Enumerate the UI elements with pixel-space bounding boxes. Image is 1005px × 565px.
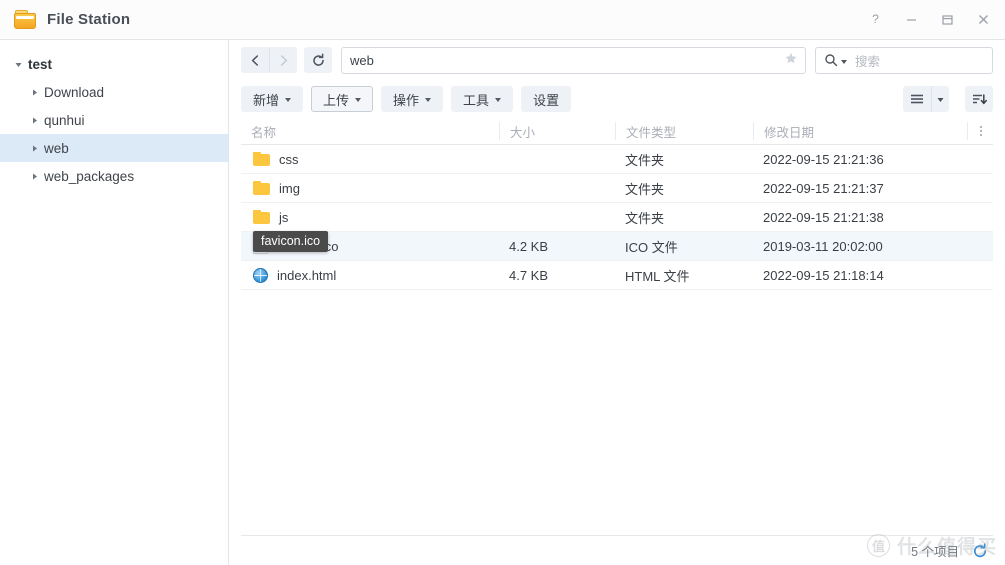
column-header-size[interactable]: 大小 [499, 122, 615, 140]
folder-tree-sidebar[interactable]: test Download qunhui web web_packages [0, 40, 229, 565]
search-placeholder: 搜索 [855, 54, 881, 69]
item-count: 5 个项目 [911, 545, 959, 559]
sidebar-item-label: qunhui [44, 112, 85, 128]
sort-descending-icon[interactable] [965, 86, 993, 112]
file-name: js [279, 209, 289, 225]
html-file-icon [253, 267, 268, 283]
table-row[interactable]: css 文件夹 2022-09-15 21:21:36 [241, 145, 993, 174]
file-name: css [279, 151, 299, 167]
sidebar-item-label: web [44, 140, 69, 156]
svg-text:?: ? [872, 13, 879, 26]
sidebar-item-qunhui[interactable]: qunhui [0, 106, 228, 134]
reload-button[interactable] [304, 47, 332, 73]
file-rows: css 文件夹 2022-09-15 21:21:36 img 文件夹 2022… [241, 145, 993, 535]
view-mode-group[interactable] [903, 86, 949, 112]
tools-button[interactable]: 工具 [451, 86, 514, 112]
view-mode-dropdown[interactable] [931, 86, 949, 112]
close-button[interactable] [965, 3, 1001, 37]
action-button[interactable]: 操作 [381, 86, 444, 112]
folder-icon [253, 210, 270, 224]
star-icon[interactable] [784, 52, 798, 69]
minimize-button[interactable] [893, 3, 929, 37]
sidebar-item-download[interactable]: Download [0, 78, 228, 106]
folder-icon [253, 152, 270, 166]
tools-button-label: 工具 [463, 92, 490, 108]
forward-button[interactable] [269, 47, 297, 73]
file-type: ICO 文件 [625, 239, 678, 255]
chevron-down-icon [355, 98, 362, 102]
create-button-label: 新增 [253, 92, 280, 108]
help-button[interactable]: ? [857, 3, 893, 37]
column-header-date[interactable]: 修改日期 [753, 122, 967, 140]
chevron-right-icon[interactable] [30, 144, 44, 153]
folder-icon [14, 10, 36, 29]
sidebar-item-label: Download [44, 84, 105, 100]
search-input[interactable]: 搜索 [815, 46, 993, 74]
column-headers: 名称 大小 文件类型 修改日期 [241, 118, 993, 145]
file-date: 2019-03-11 20:02:00 [763, 238, 883, 254]
table-row[interactable]: favicon.ico 4.2 KB ICO 文件 2019-03-11 20:… [241, 232, 993, 261]
file-date: 2022-09-15 21:18:14 [763, 267, 884, 283]
settings-button[interactable]: 设置 [521, 86, 572, 112]
column-header-name[interactable]: 名称 [241, 122, 499, 140]
path-value: web [350, 52, 374, 68]
window-body: test Download qunhui web web_packages we… [0, 40, 1005, 565]
file-date: 2022-09-15 21:21:37 [763, 180, 884, 196]
chevron-down-icon [495, 98, 502, 102]
chevron-down-icon [285, 98, 292, 102]
chevron-down-icon[interactable] [14, 60, 28, 69]
file-type: HTML 文件 [625, 268, 690, 284]
file-size: 4.7 KB [509, 267, 549, 283]
create-button[interactable]: 新增 [241, 86, 304, 112]
app-title: File Station [47, 11, 131, 28]
file-station-window: File Station ? test Download qunhui web … [0, 0, 1005, 565]
file-list: 名称 大小 文件类型 修改日期 css 文件夹 2022-09-15 21:21… [229, 118, 1005, 535]
sidebar-item-web-packages[interactable]: web_packages [0, 162, 228, 190]
upload-button[interactable]: 上传 [311, 86, 374, 112]
file-name: img [279, 180, 300, 196]
file-type: 文件夹 [625, 181, 665, 197]
sidebar-item-test[interactable]: test [0, 50, 228, 78]
path-input[interactable]: web [341, 46, 806, 74]
file-name: index.html [277, 267, 337, 283]
sidebar-item-label: web_packages [44, 168, 135, 184]
chevron-right-icon[interactable] [30, 116, 44, 125]
window-controls: ? [857, 3, 1001, 37]
sidebar-item-label: test [28, 56, 53, 72]
status-bar: 5 个项目 [241, 535, 993, 565]
sidebar-item-web[interactable]: web [0, 134, 228, 162]
upload-button-label: 上传 [323, 92, 350, 108]
main-pane: web 搜索 新增 上传 操作 工具 设置 名称 大小 文件类型 修改日期 cs… [229, 40, 1005, 565]
refresh-icon[interactable] [969, 540, 991, 562]
file-type: 文件夹 [625, 152, 665, 168]
navigation-bar: web 搜索 [229, 40, 1005, 80]
file-date: 2022-09-15 21:21:38 [763, 209, 884, 225]
file-type: 文件夹 [625, 210, 665, 226]
chevron-down-icon [425, 98, 432, 102]
action-toolbar: 新增 上传 操作 工具 设置 [229, 80, 1005, 118]
chevron-right-icon[interactable] [30, 172, 44, 181]
settings-button-label: 设置 [533, 92, 560, 108]
column-header-type[interactable]: 文件类型 [615, 122, 753, 140]
title-bar: File Station ? [0, 0, 1005, 40]
table-row[interactable]: index.html 4.7 KB HTML 文件 2022-09-15 21:… [241, 261, 993, 290]
more-vertical-icon[interactable] [967, 122, 993, 140]
folder-icon [253, 181, 270, 195]
file-size: 4.2 KB [509, 238, 549, 254]
action-button-label: 操作 [393, 92, 420, 108]
search-dropdown-icon[interactable] [841, 59, 847, 64]
back-button[interactable] [241, 47, 269, 73]
file-date: 2022-09-15 21:21:36 [763, 151, 884, 167]
chevron-right-icon[interactable] [30, 88, 44, 97]
file-name-tooltip: favicon.ico [253, 231, 329, 252]
maximize-button[interactable] [929, 3, 965, 37]
table-row[interactable]: img 文件夹 2022-09-15 21:21:37 [241, 174, 993, 203]
list-view-icon[interactable] [903, 86, 931, 112]
table-row[interactable]: js 文件夹 2022-09-15 21:21:38 [241, 203, 993, 232]
search-icon[interactable] [824, 53, 838, 67]
